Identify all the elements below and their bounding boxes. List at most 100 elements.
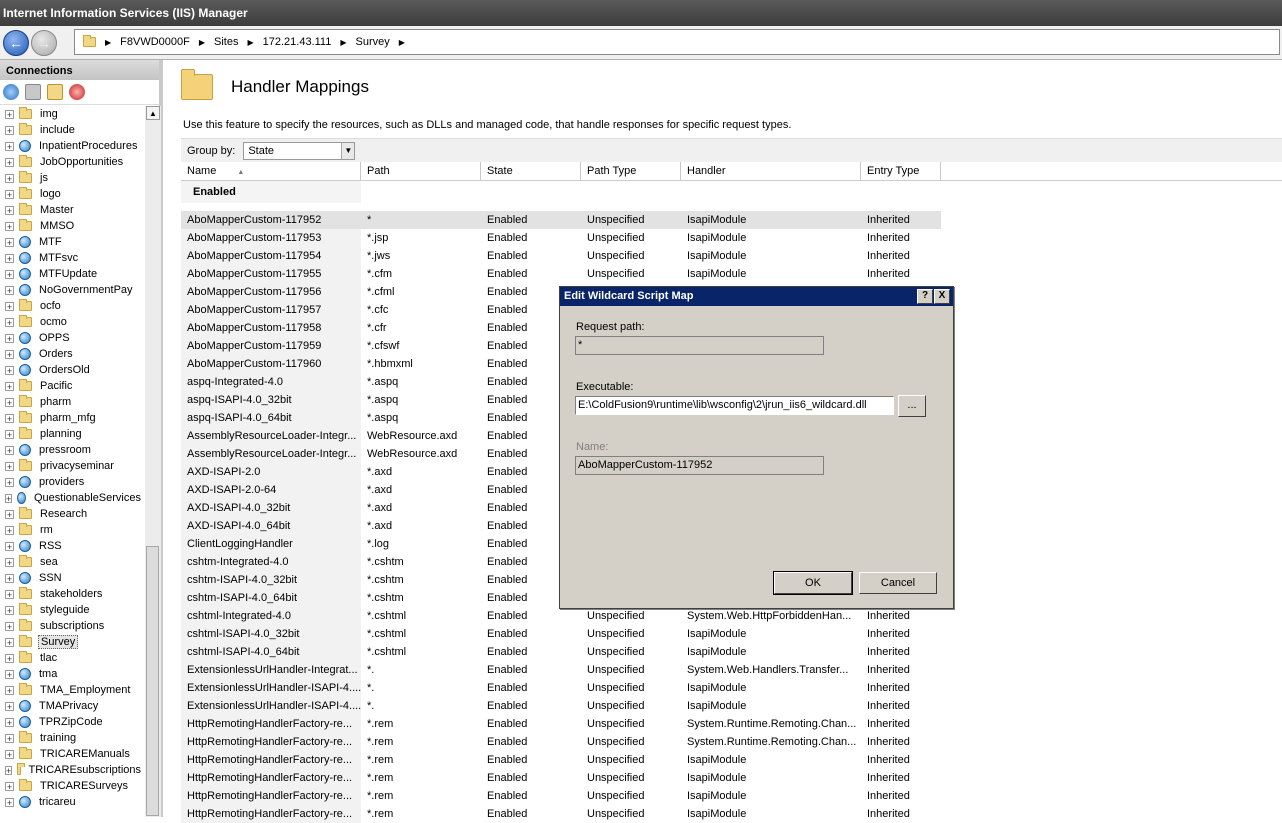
tree-item[interactable]: + TMAPrivacy bbox=[0, 698, 143, 714]
tree-item[interactable]: + TPRZipCode bbox=[0, 714, 143, 730]
tree-item[interactable]: + RSS bbox=[0, 538, 143, 554]
tree-item[interactable]: + TRICARESurveys bbox=[0, 778, 143, 794]
tree-item[interactable]: + rm bbox=[0, 522, 143, 538]
table-row[interactable]: HttpRemotingHandlerFactory-re... *.rem Ena… bbox=[181, 733, 1282, 751]
tree-scrollbar[interactable]: ▲ bbox=[145, 106, 161, 817]
expand-icon[interactable]: + bbox=[5, 797, 14, 807]
expand-icon[interactable]: + bbox=[5, 125, 14, 135]
table-row[interactable]: HttpRemotingHandlerFactory-re... *.rem Ena… bbox=[181, 805, 1282, 823]
table-row[interactable]: HttpRemotingHandlerFactory-re... *.rem Ena… bbox=[181, 751, 1282, 769]
table-row[interactable]: HttpRemotingHandlerFactory-re... *.rem Ena… bbox=[181, 715, 1282, 733]
tree-item[interactable]: + OPPS bbox=[0, 330, 143, 346]
table-row[interactable]: cshtml-Integrated-4.0 *.cshtml Enabled Unsp… bbox=[181, 607, 1282, 625]
tree-item[interactable]: + JobOpportunities bbox=[0, 154, 143, 170]
expand-icon[interactable]: + bbox=[5, 733, 14, 743]
tree-item[interactable]: + MMSO bbox=[0, 218, 143, 234]
table-row[interactable]: AboMapperCustom-117955 *.cfm Enabled Unspec… bbox=[181, 265, 1282, 283]
executable-field[interactable]: E:\ColdFusion9\runtime\lib\wsconfig\2\jr… bbox=[575, 396, 894, 415]
tree-item[interactable]: + pharm bbox=[0, 394, 143, 410]
column-header-handler[interactable]: Handler bbox=[681, 162, 861, 180]
tree-item[interactable]: + tricareu bbox=[0, 794, 143, 810]
disconnect-icon[interactable] bbox=[69, 84, 85, 100]
tree-item[interactable]: + Orders bbox=[0, 346, 143, 362]
tree-item[interactable]: + tlac bbox=[0, 650, 143, 666]
tree-item[interactable]: + pressroom bbox=[0, 442, 143, 458]
browse-button[interactable]: ... bbox=[898, 395, 926, 417]
tree-item[interactable]: + styleguide bbox=[0, 602, 143, 618]
tree-item[interactable]: + training bbox=[0, 730, 143, 746]
tree-item[interactable]: + Master bbox=[0, 202, 143, 218]
tree-item[interactable]: + InpatientProcedures bbox=[0, 138, 143, 154]
column-header-path-type[interactable]: Path Type bbox=[581, 162, 681, 180]
tree-item[interactable]: + QuestionableServices bbox=[0, 490, 143, 506]
tree-item[interactable]: + pharm_mfg bbox=[0, 410, 143, 426]
column-header-state[interactable]: State bbox=[481, 162, 581, 180]
chevron-down-icon[interactable]: ▼ bbox=[341, 143, 355, 159]
expand-icon[interactable]: + bbox=[5, 141, 14, 151]
tree-item[interactable]: + js bbox=[0, 170, 143, 186]
tree-item[interactable]: + Research bbox=[0, 506, 143, 522]
expand-icon[interactable]: + bbox=[5, 253, 14, 263]
breadcrumb-item[interactable]: Sites bbox=[214, 36, 238, 48]
expand-icon[interactable]: + bbox=[5, 573, 14, 583]
tree-item[interactable]: + sea bbox=[0, 554, 143, 570]
expand-icon[interactable]: + bbox=[5, 541, 14, 551]
expand-icon[interactable]: + bbox=[5, 189, 14, 199]
tree-item[interactable]: + MTFUpdate bbox=[0, 266, 143, 282]
tree-item[interactable]: + include bbox=[0, 122, 143, 138]
expand-icon[interactable]: + bbox=[5, 365, 14, 375]
expand-icon[interactable]: + bbox=[5, 381, 14, 391]
expand-icon[interactable]: + bbox=[5, 237, 14, 247]
expand-icon[interactable]: + bbox=[5, 349, 14, 359]
save-icon[interactable] bbox=[25, 84, 41, 100]
tree-item[interactable]: + Survey bbox=[0, 634, 143, 650]
tree-item[interactable]: + Pacific bbox=[0, 378, 143, 394]
expand-icon[interactable]: + bbox=[5, 445, 14, 455]
expand-icon[interactable]: + bbox=[5, 589, 14, 599]
table-row[interactable]: cshtml-ISAPI-4.0_32bit *.cshtml Enabled Uns… bbox=[181, 625, 1282, 643]
expand-icon[interactable]: + bbox=[5, 397, 14, 407]
expand-icon[interactable]: + bbox=[5, 493, 13, 503]
close-button[interactable]: X bbox=[934, 289, 950, 304]
expand-icon[interactable]: + bbox=[5, 477, 14, 487]
table-row[interactable]: ExtensionlessUrlHandler-ISAPI-4.... *. Ena… bbox=[181, 697, 1282, 715]
group-by-select[interactable]: State ▼ bbox=[243, 142, 356, 160]
table-row[interactable]: ExtensionlessUrlHandler-Integrat... *. Ena… bbox=[181, 661, 1282, 679]
table-row[interactable]: HttpRemotingHandlerFactory-re... *.rem Ena… bbox=[181, 769, 1282, 787]
back-button[interactable]: ← bbox=[3, 30, 29, 56]
expand-icon[interactable]: + bbox=[5, 285, 14, 295]
tree-item[interactable]: + providers bbox=[0, 474, 143, 490]
dialog-title-bar[interactable]: Edit Wildcard Script Map ? X bbox=[560, 287, 953, 306]
expand-icon[interactable]: + bbox=[5, 301, 14, 311]
expand-icon[interactable]: + bbox=[5, 413, 14, 423]
tree-item[interactable]: + TRICAREManuals bbox=[0, 746, 143, 762]
expand-icon[interactable]: + bbox=[5, 605, 14, 615]
tree-item[interactable]: + MTF bbox=[0, 234, 143, 250]
expand-icon[interactable]: + bbox=[5, 157, 14, 167]
scroll-up-icon[interactable]: ▲ bbox=[146, 106, 160, 120]
table-row[interactable]: cshtml-ISAPI-4.0_64bit *.cshtml Enabled Uns… bbox=[181, 643, 1282, 661]
ok-button[interactable]: OK bbox=[773, 571, 853, 595]
tree-item[interactable]: + logo bbox=[0, 186, 143, 202]
expand-icon[interactable]: + bbox=[5, 509, 14, 519]
expand-icon[interactable]: + bbox=[5, 765, 13, 775]
help-button[interactable]: ? bbox=[917, 289, 933, 304]
tree-item[interactable]: + OrdersOld bbox=[0, 362, 143, 378]
tree-item[interactable]: + MTFsvc bbox=[0, 250, 143, 266]
expand-icon[interactable]: + bbox=[5, 717, 14, 727]
forward-button[interactable]: → bbox=[31, 30, 57, 56]
tree-item[interactable]: + stakeholders bbox=[0, 586, 143, 602]
tree-item[interactable]: + subscriptions bbox=[0, 618, 143, 634]
cancel-button[interactable]: Cancel bbox=[859, 572, 937, 594]
expand-icon[interactable]: + bbox=[5, 621, 14, 631]
expand-icon[interactable]: + bbox=[5, 269, 14, 279]
expand-icon[interactable]: + bbox=[5, 461, 14, 471]
tree-item[interactable]: + privacyseminar bbox=[0, 458, 143, 474]
breadcrumb-item[interactable]: 172.21.43.111 bbox=[263, 36, 332, 48]
expand-icon[interactable]: + bbox=[5, 429, 14, 439]
table-row[interactable]: HttpRemotingHandlerFactory-re... *.rem Ena… bbox=[181, 787, 1282, 805]
expand-icon[interactable]: + bbox=[5, 525, 14, 535]
connect-icon[interactable] bbox=[3, 84, 19, 100]
table-row[interactable]: AboMapperCustom-117953 *.jsp Enabled Unspec… bbox=[181, 229, 1282, 247]
scrollbar-thumb[interactable] bbox=[146, 546, 159, 816]
